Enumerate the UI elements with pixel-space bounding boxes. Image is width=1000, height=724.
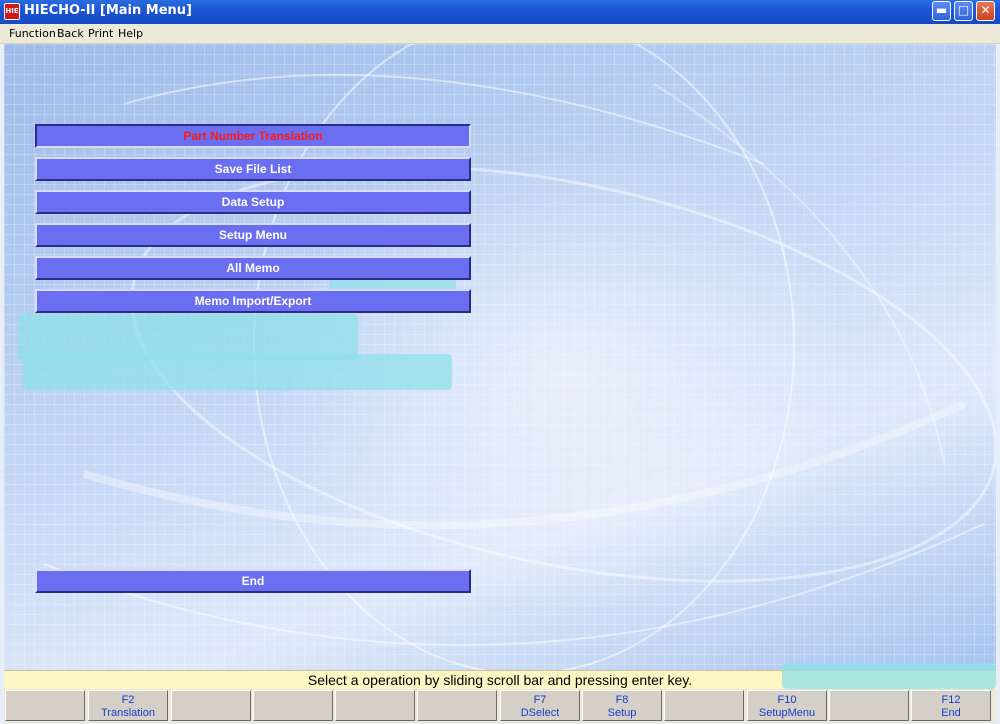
maximize-button[interactable]: □ [954, 1, 973, 21]
fkey-slot-3[interactable] [171, 690, 251, 721]
data-setup-button[interactable]: Data Setup [35, 190, 471, 214]
fkey-slot-4[interactable] [253, 690, 333, 721]
menu-back[interactable]: Back [57, 27, 84, 40]
title-bar[interactable]: HIE HIECHO-II [Main Menu] ▬ □ ✕ [0, 0, 1000, 24]
minimize-icon: ▬ [935, 3, 948, 17]
fkey-caption: SetupMenu [758, 707, 816, 719]
fkey-f8-setup[interactable]: F8 Setup [582, 690, 662, 721]
app-icon[interactable]: HIE [4, 3, 20, 20]
fkey-f7-dselect[interactable]: F7 DSelect [500, 690, 580, 721]
fkey-caption: Setup [607, 707, 637, 719]
fkey-caption: End [941, 707, 961, 719]
fkey-label: F7 [533, 694, 547, 706]
fkey-slot-5[interactable] [335, 690, 415, 721]
function-key-bar: F2 Translation F7 DSelect F8 Setup F10 Setup… [4, 689, 996, 723]
fkey-label: F12 [941, 694, 961, 706]
redaction-mark [782, 663, 996, 689]
fkey-label: F2 [121, 694, 135, 706]
fkey-f12-end[interactable]: F12 End [911, 690, 991, 721]
menu-bar: Function Back Print Help [0, 24, 1000, 44]
save-file-list-button[interactable]: Save File List [35, 157, 471, 181]
fkey-label: F10 [777, 694, 797, 706]
part-number-translation-button[interactable]: Part Number Translation [35, 124, 471, 148]
status-bar: Select a operation by sliding scroll bar… [4, 663, 996, 689]
status-message: Select a operation by sliding scroll bar… [307, 672, 693, 688]
fkey-caption: DSelect [520, 707, 560, 719]
window-title: HIECHO-II [Main Menu] [24, 3, 192, 18]
end-button[interactable]: End [35, 569, 471, 593]
fkey-f2-translation[interactable]: F2 Translation [88, 690, 168, 721]
menu-print[interactable]: Print [88, 27, 113, 40]
memo-import-export-button[interactable]: Memo Import/Export [35, 289, 471, 313]
menu-function[interactable]: Function [9, 27, 56, 40]
close-icon: ✕ [980, 3, 991, 17]
fkey-slot-11[interactable] [829, 690, 909, 721]
setup-menu-button[interactable]: Setup Menu [35, 223, 471, 247]
redaction-mark [22, 354, 452, 390]
maximize-icon: □ [957, 3, 970, 17]
menu-help[interactable]: Help [118, 27, 143, 40]
minimize-button[interactable]: ▬ [932, 1, 951, 21]
fkey-label: F8 [615, 694, 629, 706]
main-menu-panel: Part Number Translation Save File List D… [4, 44, 996, 670]
all-memo-button[interactable]: All Memo [35, 256, 471, 280]
fkey-slot-1[interactable] [5, 690, 85, 721]
fkey-slot-9[interactable] [664, 690, 744, 721]
fkey-slot-6[interactable] [417, 690, 497, 721]
fkey-caption: Translation [100, 707, 155, 719]
close-button[interactable]: ✕ [976, 1, 995, 21]
fkey-f10-setupmenu[interactable]: F10 SetupMenu [747, 690, 827, 721]
